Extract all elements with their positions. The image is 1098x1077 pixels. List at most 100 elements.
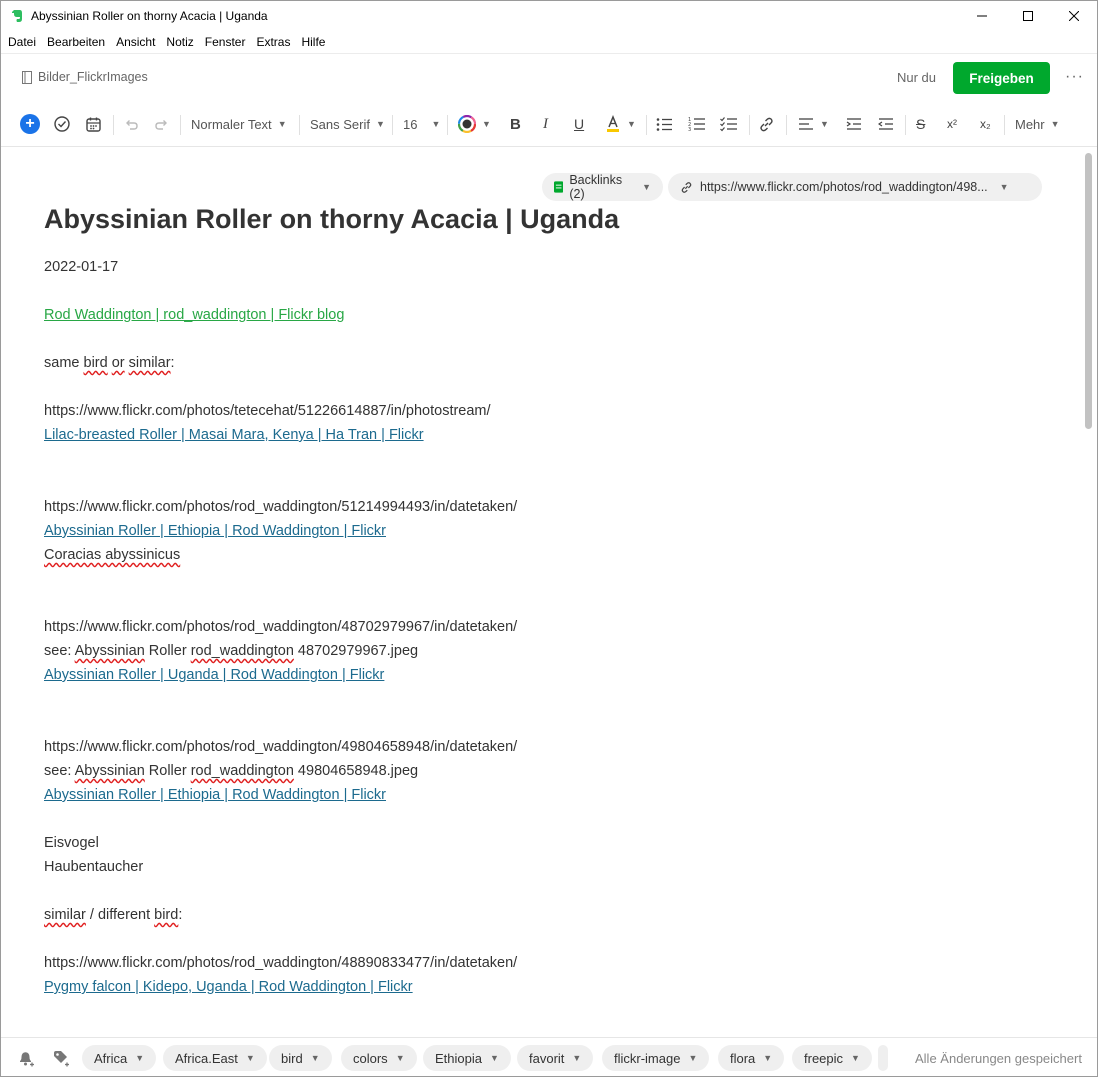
highlighter-icon bbox=[607, 115, 619, 132]
flickr-link[interactable]: Abyssinian Roller | Uganda | Rod Wadding… bbox=[44, 667, 384, 683]
note-title[interactable]: Abyssinian Roller on thorny Acacia | Uga… bbox=[44, 204, 619, 235]
more-formatting-select[interactable]: Mehr ▼ bbox=[1015, 113, 1060, 135]
url-line: https://www.flickr.com/photos/tetecehat/… bbox=[44, 403, 491, 419]
checklist-task-button[interactable] bbox=[53, 113, 71, 135]
source-url-button[interactable]: https://www.flickr.com/photos/rod_waddin… bbox=[668, 173, 1042, 201]
numbered-list-button[interactable]: 123 bbox=[688, 113, 706, 135]
app-window: Abyssinian Roller on thorny Acacia | Uga… bbox=[0, 0, 1098, 1077]
tag-colors[interactable]: colors ▼ bbox=[341, 1045, 417, 1071]
url-line: https://www.flickr.com/photos/rod_waddin… bbox=[44, 499, 518, 515]
menu-datei[interactable]: Datei bbox=[8, 35, 36, 49]
chevron-down-icon: ▼ bbox=[310, 1053, 320, 1063]
chevron-down-icon: ▼ bbox=[627, 119, 636, 129]
flickr-link[interactable]: Abyssinian Roller | Ethiopia | Rod Waddi… bbox=[44, 787, 386, 803]
link-button[interactable] bbox=[758, 113, 775, 135]
underline-button[interactable]: U bbox=[574, 113, 584, 135]
bold-button[interactable]: B bbox=[510, 113, 521, 135]
flickr-link[interactable]: Lilac-breasted Roller | Masai Mara, Keny… bbox=[44, 427, 424, 443]
task-check-icon bbox=[54, 116, 70, 132]
tag-flickr-image[interactable]: flickr-image ▼ bbox=[602, 1045, 710, 1071]
note-header: Bilder_FlickrImages Nur du Freigeben ··· bbox=[1, 53, 1097, 103]
chevron-down-icon: ▼ bbox=[395, 1053, 405, 1063]
add-tag-icon[interactable] bbox=[51, 1048, 71, 1068]
author-link[interactable]: Rod Waddington | rod_waddington | Flickr… bbox=[44, 307, 344, 323]
author-link-text[interactable]: Rod Waddington | rod_waddington | Flickr… bbox=[44, 307, 344, 323]
link-icon bbox=[760, 117, 773, 131]
text-color-select[interactable]: ▼ bbox=[458, 113, 491, 135]
toolbar-divider bbox=[299, 115, 300, 135]
checklist-icon bbox=[720, 117, 737, 132]
subscript-button[interactable]: x₂ bbox=[980, 113, 991, 135]
font-family-select[interactable]: Sans Serif ▼ bbox=[310, 113, 385, 135]
superscript-button[interactable]: x² bbox=[947, 113, 957, 135]
chevron-down-icon: ▼ bbox=[375, 119, 385, 129]
close-button[interactable] bbox=[1051, 1, 1097, 31]
title-bar: Abyssinian Roller on thorny Acacia | Uga… bbox=[1, 1, 1097, 31]
tag-ethiopia[interactable]: Ethiopia ▼ bbox=[423, 1045, 511, 1071]
notebook-selector[interactable]: Bilder_FlickrImages bbox=[21, 70, 148, 84]
chevron-down-icon: ▼ bbox=[489, 1053, 499, 1063]
maximize-button[interactable] bbox=[1005, 1, 1051, 31]
plus-icon: + bbox=[20, 114, 40, 134]
share-button[interactable]: Freigeben bbox=[953, 62, 1050, 94]
outdent-button[interactable] bbox=[878, 113, 894, 135]
tag-bar: Africa ▼ Africa.East ▼ bird ▼ colors ▼ Ethio… bbox=[1, 1037, 1097, 1076]
chevron-down-icon: ▼ bbox=[572, 1053, 582, 1063]
chevron-down-icon: ▼ bbox=[642, 182, 651, 192]
italic-button[interactable]: I bbox=[543, 113, 548, 135]
tag-flora[interactable]: flora ▼ bbox=[718, 1045, 785, 1071]
minimize-button[interactable] bbox=[959, 1, 1005, 31]
checklist-button[interactable] bbox=[720, 113, 738, 135]
note-date: 2022-01-17 bbox=[44, 259, 119, 275]
reminder-bell-icon[interactable] bbox=[16, 1048, 36, 1068]
tag-favorit[interactable]: favorit ▼ bbox=[517, 1045, 594, 1071]
outdent-icon bbox=[878, 118, 893, 130]
vertical-scrollbar[interactable] bbox=[1085, 153, 1092, 429]
species-name: Coracias abyssinicus bbox=[44, 547, 181, 563]
note-content[interactable]: Backlinks (2) ▼ https://www.flickr.com/p… bbox=[1, 148, 1081, 1036]
menu-hilfe[interactable]: Hilfe bbox=[301, 35, 325, 49]
menu-notiz[interactable]: Notiz bbox=[166, 35, 193, 49]
chevron-down-icon: ▼ bbox=[1050, 119, 1060, 129]
font-size-select[interactable]: 16 ▼ bbox=[403, 113, 440, 135]
flickr-link[interactable]: Pygmy falcon | Kidepo, Uganda | Rod Wadd… bbox=[44, 979, 413, 995]
align-select[interactable]: ▼ bbox=[798, 113, 829, 135]
toolbar-divider bbox=[749, 115, 750, 135]
close-icon bbox=[1069, 11, 1079, 21]
tag-freepic[interactable]: freepic ▼ bbox=[792, 1045, 872, 1071]
font-size-value: 16 bbox=[403, 116, 418, 132]
tag-bird[interactable]: bird ▼ bbox=[269, 1045, 332, 1071]
flickr-link[interactable]: Abyssinian Roller | Ethiopia | Rod Waddi… bbox=[44, 523, 386, 539]
menu-bearbeiten[interactable]: Bearbeiten bbox=[47, 35, 105, 49]
window-title: Abyssinian Roller on thorny Acacia | Uga… bbox=[31, 9, 268, 23]
highlight-select[interactable]: ▼ bbox=[605, 113, 636, 135]
bullet-list-button[interactable] bbox=[656, 113, 673, 135]
strikethrough-button[interactable]: S bbox=[916, 113, 925, 135]
chevron-down-icon: ▼ bbox=[763, 1053, 773, 1063]
redo-button[interactable] bbox=[153, 113, 170, 135]
indent-button[interactable] bbox=[846, 113, 862, 135]
color-wheel-icon bbox=[458, 115, 476, 133]
more-options-icon[interactable]: ··· bbox=[1065, 68, 1084, 86]
tag-overflow[interactable] bbox=[878, 1045, 888, 1071]
notebook-icon bbox=[22, 70, 32, 84]
visibility-label[interactable]: Nur du bbox=[897, 70, 936, 85]
calendar-button[interactable] bbox=[85, 113, 102, 135]
paragraph-style-select[interactable]: Normaler Text ▼ bbox=[191, 113, 287, 135]
toolbar-divider bbox=[1004, 115, 1005, 135]
menu-bar: Datei Bearbeiten Ansicht Notiz Fenster E… bbox=[1, 31, 336, 52]
menu-extras[interactable]: Extras bbox=[256, 35, 290, 49]
menu-ansicht[interactable]: Ansicht bbox=[116, 35, 155, 49]
tag-africa[interactable]: Africa ▼ bbox=[82, 1045, 157, 1071]
maximize-icon bbox=[1023, 11, 1033, 21]
chevron-down-icon: ▼ bbox=[135, 1053, 145, 1063]
menu-fenster[interactable]: Fenster bbox=[205, 35, 246, 49]
tag-africa-east[interactable]: Africa.East ▼ bbox=[163, 1045, 267, 1071]
insert-button[interactable]: + bbox=[20, 113, 40, 135]
backlinks-button[interactable]: Backlinks (2) ▼ bbox=[542, 173, 663, 201]
toolbar-divider bbox=[905, 115, 906, 135]
undo-button[interactable] bbox=[123, 113, 140, 135]
evernote-elephant-icon bbox=[9, 8, 25, 24]
paragraph-style-value: Normaler Text bbox=[191, 116, 272, 132]
minimize-icon bbox=[977, 15, 987, 17]
